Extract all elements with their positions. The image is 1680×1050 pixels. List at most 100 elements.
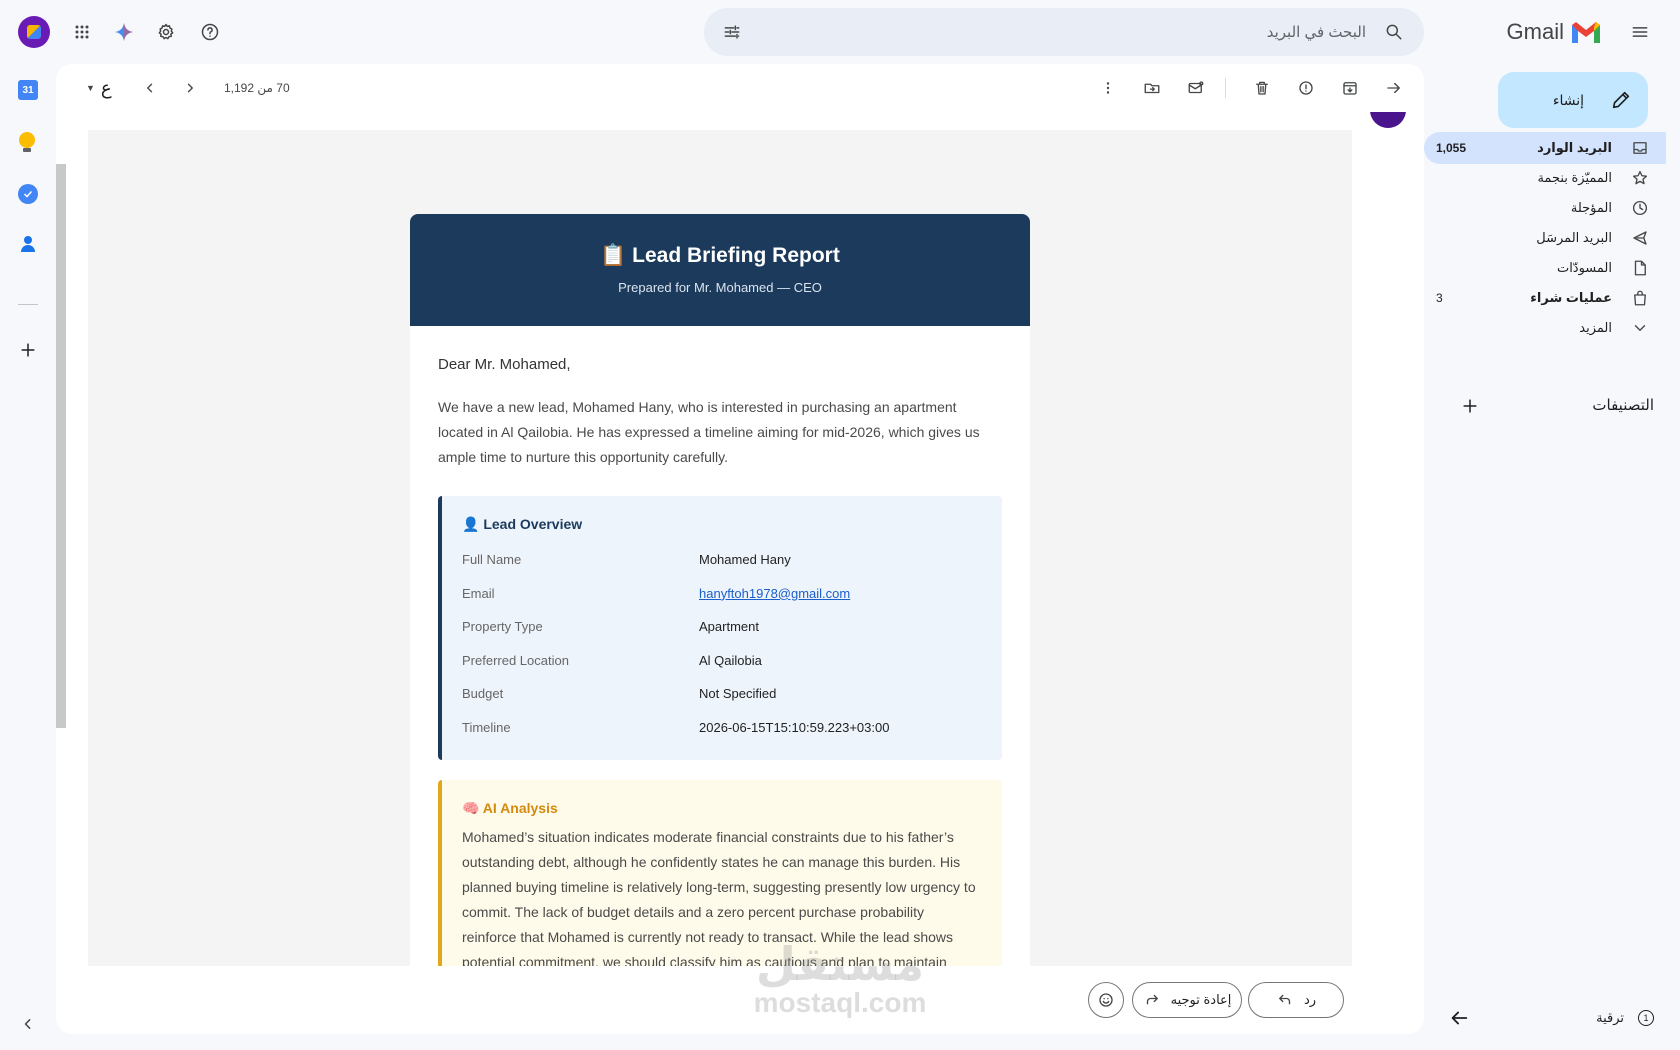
sidebar-item-label: المسودّات bbox=[1556, 260, 1612, 275]
overview-value: 2026-06-15T15:10:59.223+03:00 bbox=[699, 719, 890, 735]
mark-unread-icon[interactable] bbox=[1180, 72, 1212, 104]
forward-label: إعادة توجيه bbox=[1170, 992, 1232, 1007]
sidebar-item-label: المؤجلة bbox=[1570, 200, 1612, 215]
search-input[interactable]: البحث في البريد bbox=[1267, 23, 1366, 41]
watermark: مستقل mostaql.com bbox=[735, 940, 945, 1018]
rail-divider bbox=[18, 304, 38, 305]
forward-button[interactable]: إعادة توجيه bbox=[1132, 982, 1242, 1018]
sidebar-item-label: البريد الوارد bbox=[1537, 140, 1612, 155]
sidebar-item-2[interactable]: المؤجلة bbox=[1424, 192, 1666, 224]
keep-bulb-icon[interactable] bbox=[19, 132, 37, 152]
overview-value: hanyftoh1978@gmail.com bbox=[699, 586, 850, 601]
labels-heading: التصنيفات bbox=[1592, 397, 1654, 414]
toolbar-divider bbox=[1225, 78, 1226, 98]
watermark-latin: mostaql.com bbox=[753, 987, 927, 1018]
draft-icon bbox=[1626, 254, 1654, 282]
star-icon bbox=[1626, 164, 1654, 192]
overview-value: Apartment bbox=[699, 619, 759, 635]
report-header: 📋 Lead Briefing Report Prepared for Mr. … bbox=[410, 214, 1030, 326]
tasks-icon[interactable] bbox=[18, 184, 38, 204]
upgrade-row[interactable]: 1 ترقية bbox=[1438, 1000, 1660, 1036]
overview-key: Preferred Location bbox=[462, 652, 569, 668]
watermark-arabic: مستقل bbox=[755, 938, 925, 990]
overview-row: Property Type Apartment bbox=[462, 610, 982, 644]
settings-gear-icon[interactable] bbox=[146, 12, 186, 52]
lead-overview-title: 👤 Lead Overview bbox=[462, 516, 583, 532]
overview-key: Full Name bbox=[462, 552, 522, 568]
email-link[interactable]: hanyftoh1978@gmail.com bbox=[699, 586, 850, 601]
input-tool-glyph: ع bbox=[100, 77, 112, 98]
add-label-icon[interactable] bbox=[1456, 392, 1484, 420]
message-toolbar: 70 من 1,192 ▼ ع bbox=[56, 64, 1424, 112]
sidebar-item-0[interactable]: البريد الوارد 1,055 bbox=[1424, 132, 1666, 164]
overview-row: Timeline 2026-06-15T15:10:59.223+03:00 bbox=[462, 711, 982, 745]
avatar-image-icon bbox=[27, 25, 41, 39]
overview-key: Timeline bbox=[462, 719, 511, 735]
report-title: 📋 Lead Briefing Report bbox=[600, 244, 840, 267]
search-bar[interactable]: البحث في البريد bbox=[704, 8, 1424, 56]
gemini-sparkle-icon[interactable] bbox=[104, 12, 144, 52]
overview-row: Email hanyftoh1978@gmail.com bbox=[462, 577, 982, 611]
dropdown-caret-icon: ▼ bbox=[86, 83, 95, 93]
add-app-icon[interactable] bbox=[14, 336, 42, 364]
sidebar-item-4[interactable]: المسودّات bbox=[1424, 252, 1666, 284]
message-view: 70 من 1,192 ▼ ع 📋 Lead Briefing Report P… bbox=[56, 64, 1424, 1034]
sidebar-item-5[interactable]: عمليات شراء 3 bbox=[1424, 282, 1666, 314]
more-options-icon[interactable] bbox=[1092, 72, 1124, 104]
delete-icon[interactable] bbox=[1246, 72, 1278, 104]
sidebar-item-6[interactable]: المزيد bbox=[1424, 312, 1666, 344]
sidebar-item-label: البريد المرسَل bbox=[1536, 230, 1612, 245]
report-spam-icon[interactable] bbox=[1290, 72, 1322, 104]
overview-row: Budget Not Specified bbox=[462, 677, 982, 711]
send-icon bbox=[1626, 224, 1654, 252]
sidebar-item-1[interactable]: المميّزة بنجمة bbox=[1424, 162, 1666, 194]
pencil-icon bbox=[1610, 89, 1632, 111]
emoji-reaction-button[interactable] bbox=[1088, 982, 1124, 1018]
overview-value: Al Qailobia bbox=[699, 652, 762, 668]
archive-icon[interactable] bbox=[1334, 72, 1366, 104]
search-icon[interactable] bbox=[1378, 16, 1410, 48]
overview-value: Not Specified bbox=[699, 686, 777, 702]
ai-analysis-title: 🧠 AI Analysis bbox=[462, 800, 558, 816]
sidebar-item-count: 3 bbox=[1436, 291, 1443, 305]
overview-value: Mohamed Hany bbox=[699, 552, 791, 568]
compose-button[interactable]: إنشاء bbox=[1498, 72, 1648, 128]
compose-label: إنشاء bbox=[1552, 91, 1584, 108]
apps-grid-icon[interactable] bbox=[62, 12, 102, 52]
contacts-icon[interactable] bbox=[19, 236, 37, 256]
scrollbar[interactable] bbox=[56, 164, 66, 728]
account-avatar[interactable] bbox=[18, 16, 50, 48]
sidebar-item-3[interactable]: البريد المرسَل bbox=[1424, 222, 1666, 254]
overview-key: Budget bbox=[462, 686, 504, 702]
emoji-face-icon bbox=[1097, 991, 1115, 1009]
greeting: Dear Mr. Mohamed, bbox=[438, 356, 571, 373]
back-arrow-icon[interactable] bbox=[1448, 1007, 1470, 1029]
upgrade-label: ترقية bbox=[1596, 1010, 1624, 1025]
forward-arrow-icon bbox=[1143, 991, 1161, 1009]
side-panel-rail: 31 bbox=[0, 60, 56, 1050]
sidebar-item-label: عمليات شراء bbox=[1530, 290, 1612, 305]
help-icon[interactable] bbox=[190, 12, 230, 52]
collapse-panel-icon[interactable] bbox=[14, 1010, 42, 1038]
input-tools-button[interactable]: ▼ ع bbox=[86, 74, 112, 102]
reply-label: رد bbox=[1303, 992, 1317, 1007]
intro-paragraph: We have a new lead, Mohamed Hany, who is… bbox=[438, 399, 980, 465]
overview-row: Preferred Location Al Qailobia bbox=[462, 644, 982, 678]
older-message-icon[interactable] bbox=[174, 72, 206, 104]
reply-arrow-icon bbox=[1276, 991, 1294, 1009]
back-to-inbox-icon[interactable] bbox=[1378, 72, 1410, 104]
calendar-icon[interactable]: 31 bbox=[18, 80, 38, 100]
inbox-icon bbox=[1626, 134, 1654, 162]
lead-briefing-report: 📋 Lead Briefing Report Prepared for Mr. … bbox=[410, 214, 1030, 966]
reply-button[interactable]: رد bbox=[1248, 982, 1344, 1018]
newer-message-icon[interactable] bbox=[134, 72, 166, 104]
sidebar-item-count: 1,055 bbox=[1436, 141, 1467, 155]
chevron-down-icon bbox=[1626, 314, 1654, 342]
move-to-folder-icon[interactable] bbox=[1136, 72, 1168, 104]
report-body: Dear Mr. Mohamed, We have a new lead, Mo… bbox=[410, 326, 1030, 966]
overview-key: Email bbox=[462, 585, 495, 601]
search-options-icon[interactable] bbox=[716, 16, 748, 48]
sidebar-item-label: المميّزة بنجمة bbox=[1537, 170, 1612, 185]
email-body: 📋 Lead Briefing Report Prepared for Mr. … bbox=[88, 130, 1352, 966]
overview-row: Full Name Mohamed Hany bbox=[462, 543, 982, 577]
